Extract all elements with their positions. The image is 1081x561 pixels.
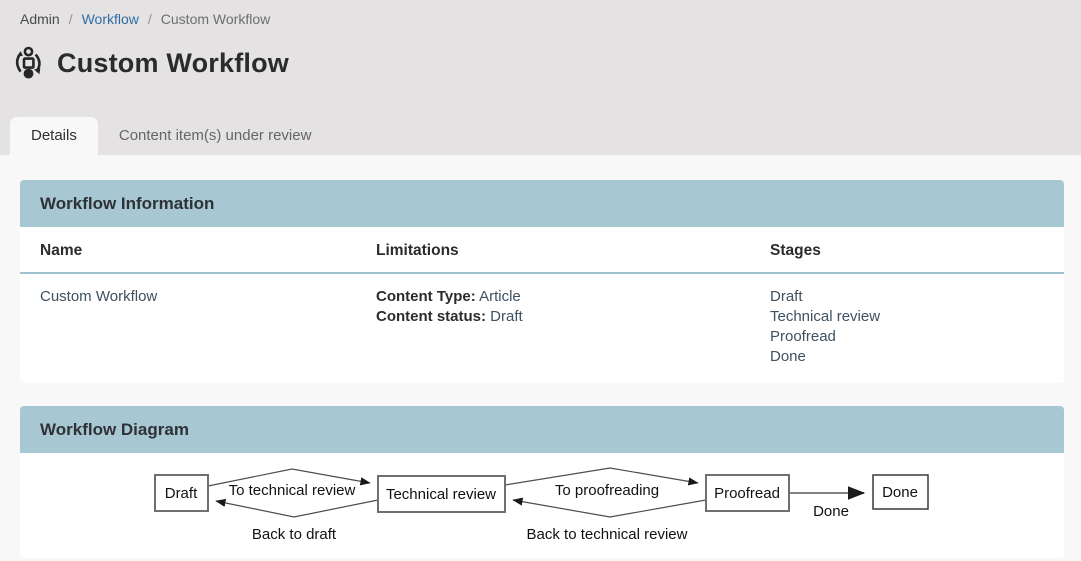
stage-item: Done xyxy=(770,347,1044,367)
title-row: Custom Workflow xyxy=(0,27,1081,83)
state-label-done: Done xyxy=(882,484,918,501)
tab-bar: Details Content item(s) under review xyxy=(10,117,332,155)
content-area: Workflow Information Name Limitations St… xyxy=(0,155,1081,558)
transition-label-done: Done xyxy=(813,503,849,520)
transition-label-to-proofreading: To proofreading xyxy=(555,482,659,499)
workflow-admin-screen: Admin / Workflow / Custom Workflow Custo… xyxy=(0,0,1081,561)
page-header: Admin / Workflow / Custom Workflow Custo… xyxy=(0,0,1081,155)
tab-content-items-under-review[interactable]: Content item(s) under review xyxy=(98,117,333,155)
stage-item: Draft xyxy=(770,287,1044,307)
workflow-information-card: Workflow Information Name Limitations St… xyxy=(20,180,1064,383)
limitation-content-type: Content Type: Article xyxy=(376,287,770,307)
breadcrumb-separator: / xyxy=(69,11,73,27)
workflow-info-table-header: Name Limitations Stages xyxy=(20,227,1064,274)
limitations-cell: Content Type: Article Content status: Dr… xyxy=(376,274,770,375)
stage-item: Proofread xyxy=(770,327,1044,347)
workflow-name-cell: Custom Workflow xyxy=(40,274,376,375)
workflow-diagram-section-title: Workflow Diagram xyxy=(20,406,1064,453)
edge-back-to-technical-review xyxy=(513,500,706,517)
breadcrumb-item-admin: Admin xyxy=(20,11,60,27)
workflow-cycle-icon xyxy=(10,45,46,81)
column-header-stages: Stages xyxy=(770,227,1044,272)
stages-cell: Draft Technical review Proofread Done xyxy=(770,274,1044,375)
page-title: Custom Workflow xyxy=(57,48,289,79)
limitation-content-status: Content status: Draft xyxy=(376,307,770,327)
transition-label-back-to-technical-review: Back to technical review xyxy=(527,526,688,543)
column-header-name: Name xyxy=(40,227,376,272)
workflow-diagram: Draft Technical review Proofread Done To… xyxy=(20,453,1064,558)
workflow-diagram-svg: Draft Technical review Proofread Done To… xyxy=(20,453,1064,558)
state-label-technical-review: Technical review xyxy=(386,486,496,503)
state-label-proofread: Proofread xyxy=(714,485,780,502)
workflow-info-table-row: Custom Workflow Content Type: Article Co… xyxy=(20,274,1064,383)
tab-details[interactable]: Details xyxy=(10,117,98,155)
edge-back-to-draft xyxy=(216,500,378,517)
breadcrumb-item-current: Custom Workflow xyxy=(161,11,270,27)
stage-item: Technical review xyxy=(770,307,1044,327)
breadcrumb-separator: / xyxy=(148,11,152,27)
workflow-information-section-title: Workflow Information xyxy=(20,180,1064,227)
workflow-diagram-card: Workflow Diagram xyxy=(20,406,1064,558)
transition-label-back-to-draft: Back to draft xyxy=(252,526,337,543)
breadcrumb: Admin / Workflow / Custom Workflow xyxy=(0,0,1081,27)
transition-label-to-technical-review: To technical review xyxy=(229,482,356,499)
breadcrumb-item-workflow-link[interactable]: Workflow xyxy=(82,11,139,27)
column-header-limitations: Limitations xyxy=(376,227,770,272)
state-label-draft: Draft xyxy=(165,485,198,502)
